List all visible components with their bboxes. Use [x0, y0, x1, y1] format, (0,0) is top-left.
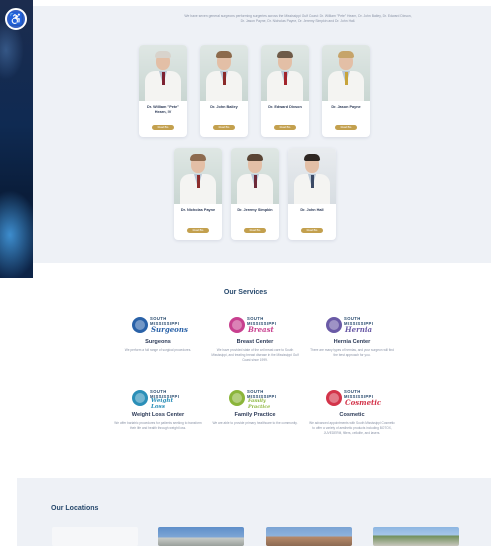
logo-mark-icon — [132, 317, 148, 333]
doctor-name: Dr. John Hall — [300, 208, 324, 212]
weight-loss-logo: SOUTH MISSISSIPPI Weight Loss — [132, 388, 184, 410]
logo-script-text: Cosmetic — [345, 398, 382, 407]
service-weight-loss-center[interactable]: SOUTH MISSISSIPPI Weight Loss Weight Los… — [110, 388, 206, 454]
doctor-photo — [200, 45, 248, 101]
doctor-name: Dr. Jason Payne — [331, 105, 361, 109]
read-bio-button[interactable]: Read Bio — [213, 125, 235, 130]
logo-script-text: Breast — [248, 325, 274, 334]
locations-section: Our Locations — [17, 478, 491, 546]
family-practice-logo: SOUTH MISSISSIPPI Family Practice — [229, 388, 281, 410]
service-surgeons[interactable]: SOUTH MISSISSIPPI Surgeons Surgeons We p… — [110, 315, 206, 381]
doctor-name: Dr. Nicholas Payne — [180, 208, 216, 212]
doctor-card: Dr. Jeremy Simpkin Read Bio — [231, 148, 279, 240]
logo-mark-icon — [326, 317, 342, 333]
doctor-card: Dr. Nicholas Payne Read Bio — [174, 148, 222, 240]
logo-script-text: Weight Loss — [151, 398, 174, 410]
read-bio-button[interactable]: Read Bio — [152, 125, 174, 130]
services-title: Our Services — [223, 289, 268, 296]
doctor-photo — [288, 148, 336, 204]
logo-mark-icon — [326, 390, 342, 406]
logo-mark-icon — [132, 390, 148, 406]
team-section-top-bar — [33, 0, 491, 6]
cosmetic-logo: SOUTH MISSISSIPPI Cosmetic — [326, 388, 382, 410]
doctor-photo — [322, 45, 370, 101]
service-title: Family Practice — [234, 412, 276, 418]
doctor-card: Dr. John Hall Read Bio — [288, 148, 336, 240]
logo-script-text: Hernia — [345, 325, 373, 334]
service-description: We perform a full range of surgical proc… — [124, 348, 192, 352]
logo-mark-icon — [229, 317, 245, 333]
surgeons-logo: SOUTH MISSISSIPPI Surgeons — [132, 315, 188, 337]
doctor-name: Dr. John Bailey — [210, 105, 238, 109]
service-description: We are able to provide primary healthcar… — [212, 421, 298, 425]
locations-title: Our Locations — [51, 505, 99, 512]
service-title: Weight Loss Center — [131, 412, 185, 418]
service-description: We advanced appointments with South Miss… — [309, 421, 395, 435]
read-bio-button[interactable]: Read Bio — [335, 125, 357, 130]
service-description: There are many types of hernias, and you… — [310, 348, 394, 357]
doctor-card: Dr. John Bailey Read Bio — [200, 45, 248, 137]
service-family-practice[interactable]: SOUTH MISSISSIPPI Family Practice Family… — [207, 388, 303, 454]
hernia-center-logo: SOUTH MISSISSIPPI Hernia — [326, 315, 378, 337]
doctor-name: Dr. Jeremy Simpkin — [237, 208, 273, 212]
service-title: Surgeons — [145, 339, 171, 345]
service-cosmetic[interactable]: SOUTH MISSISSIPPI Cosmetic Cosmetic We a… — [304, 388, 400, 454]
doctor-photo — [231, 148, 279, 204]
left-hero-strip — [0, 0, 33, 278]
hero-glow-bottom — [0, 190, 33, 278]
read-bio-button[interactable]: Read Bio — [301, 228, 323, 233]
doctor-photo — [174, 148, 222, 204]
doctor-card: Dr. Jason Payne Read Bio — [322, 45, 370, 137]
doctor-photo — [261, 45, 309, 101]
service-description: We have provided state of the art breast… — [211, 348, 299, 362]
location-photo[interactable] — [373, 527, 459, 546]
service-breast-center[interactable]: SOUTH MISSISSIPPI Breast Breast Center W… — [207, 315, 303, 381]
logo-script-text: Family Practice — [248, 398, 271, 410]
logo-mark-icon — [229, 390, 245, 406]
doctor-card: Dr. Edward Dixson Read Bio — [261, 45, 309, 137]
logo-script-text: Surgeons — [151, 325, 188, 334]
read-bio-button[interactable]: Read Bio — [244, 228, 266, 233]
location-photo[interactable] — [52, 527, 138, 546]
service-title: Cosmetic — [339, 412, 365, 418]
location-photo[interactable] — [266, 527, 352, 546]
service-hernia-center[interactable]: SOUTH MISSISSIPPI Hernia Hernia Center T… — [304, 315, 400, 381]
breast-center-logo: SOUTH MISSISSIPPI Breast — [229, 315, 281, 337]
service-title: Breast Center — [236, 339, 274, 345]
doctor-name: Dr. William "Pete" Hearn, IV — [146, 105, 180, 114]
team-intro-text: We have seven general surgeons performin… — [184, 14, 412, 24]
doctor-photo — [139, 45, 187, 101]
service-title: Hernia Center — [333, 339, 371, 345]
service-description: We offer bariatric procedures for patien… — [114, 421, 202, 430]
read-bio-button[interactable]: Read Bio — [274, 125, 296, 130]
doctor-name: Dr. Edward Dixson — [268, 105, 302, 109]
doctor-card: Dr. William "Pete" Hearn, IV Read Bio — [139, 45, 187, 137]
location-photo[interactable] — [158, 527, 244, 546]
accessibility-icon[interactable]: ♿ — [5, 8, 27, 30]
read-bio-button[interactable]: Read Bio — [187, 228, 209, 233]
team-section: We have seven general surgeons performin… — [33, 0, 491, 263]
